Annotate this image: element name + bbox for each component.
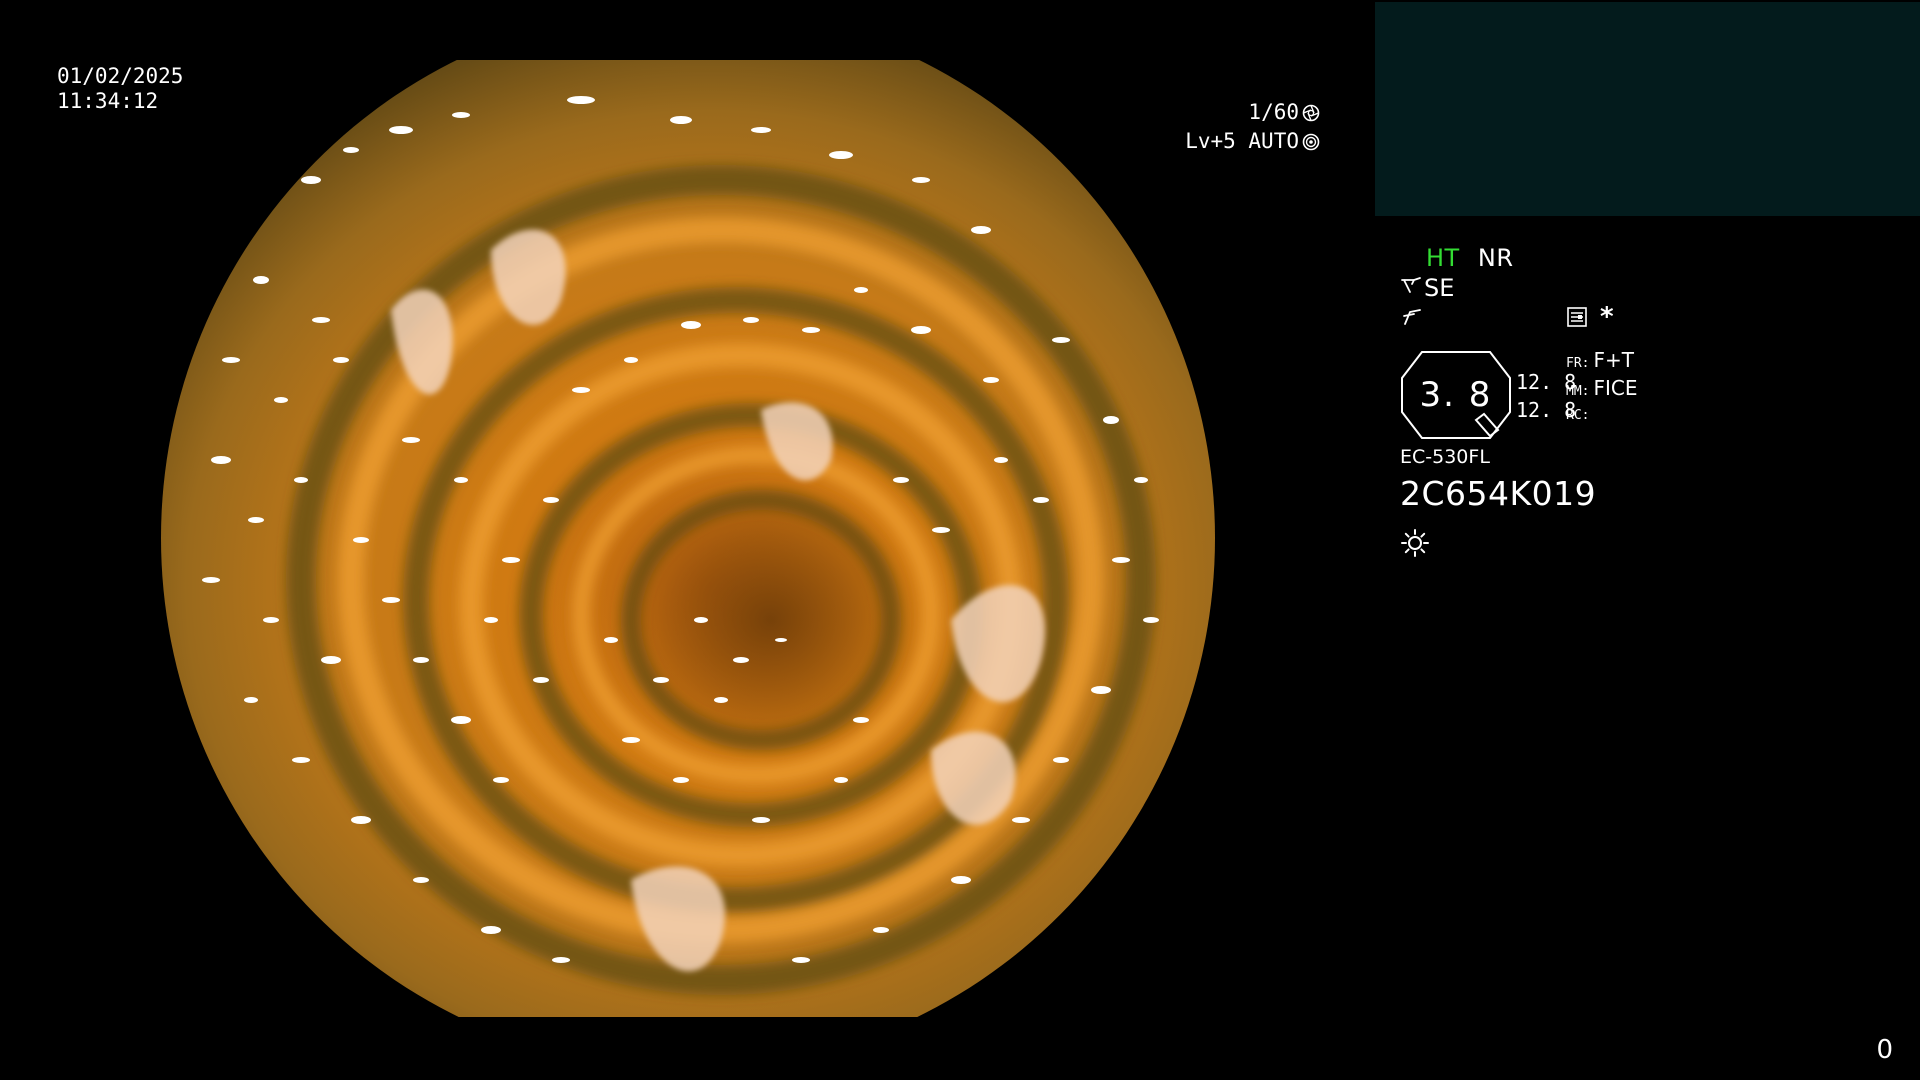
- iris-icon: [1302, 133, 1320, 151]
- settings-row-rc: RC:: [1566, 404, 1638, 428]
- date-text: 01/02/2025: [57, 64, 184, 88]
- ht-mode-indicator: HT: [1426, 244, 1460, 272]
- settings-value: F+T: [1593, 348, 1634, 372]
- exposure-readout: 1/60 Lv+5 AUTO: [1185, 98, 1320, 156]
- image-mode-line: HT NR: [1426, 244, 1514, 272]
- se-mode-indicator: SE: [1424, 274, 1455, 302]
- document-icon: [1566, 306, 1588, 332]
- record-marker: *: [1600, 302, 1614, 332]
- settings-panel: HT NR SE * 3. 8 12. 8 12. 8 FR: F+T MM: …: [1400, 240, 1760, 570]
- zoom-value: 3. 8: [1419, 375, 1493, 415]
- zoom-badge: 3. 8: [1400, 350, 1512, 440]
- settings-key: FR:: [1566, 356, 1590, 371]
- nr-mode-indicator: NR: [1477, 244, 1514, 272]
- shutter-speed: 1/60: [1248, 100, 1299, 124]
- aperture-icon: [1302, 104, 1320, 122]
- scope-serial: 2C654K019: [1400, 474, 1597, 513]
- settings-row-fr: FR: F+T: [1566, 348, 1638, 376]
- settings-key: RC:: [1566, 408, 1590, 423]
- settings-key: MM:: [1566, 384, 1590, 399]
- settings-row-mm: MM: FICE: [1566, 376, 1638, 404]
- se-mode-line: SE: [1400, 274, 1454, 302]
- settings-list: FR: F+T MM: FICE RC:: [1566, 348, 1638, 428]
- light-source-icon: [1400, 528, 1430, 562]
- settings-value: FICE: [1593, 376, 1638, 400]
- iris-level: Lv+5 AUTO: [1185, 129, 1299, 153]
- scope-enhance-icon: [1400, 274, 1424, 302]
- date-time-readout: 01/02/2025 11:34:12: [57, 64, 183, 114]
- frame-counter: 0: [1876, 1035, 1893, 1065]
- shutter-row: 1/60: [1185, 98, 1320, 127]
- preview-panel: [1375, 2, 1920, 216]
- scope-model: EC-530FL: [1400, 446, 1490, 468]
- endoscopy-monitor: 01/02/2025 11:34:12 1/60 Lv+5 AUTO HT NR…: [0, 0, 1920, 1080]
- endoscope-image: [161, 60, 1215, 1017]
- iris-row: Lv+5 AUTO: [1185, 127, 1320, 156]
- structure-enhance-icon: [1400, 304, 1422, 332]
- time-text: 11:34:12: [57, 89, 159, 113]
